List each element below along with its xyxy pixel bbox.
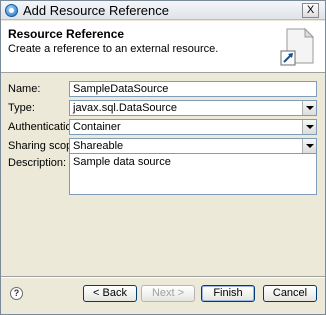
title-bar[interactable]: Add Resource Reference X <box>1 1 325 20</box>
finish-button[interactable]: Finish <box>201 285 255 302</box>
button-bar-separator <box>1 276 325 278</box>
type-select[interactable]: javax.sql.DataSource <box>69 100 317 116</box>
type-select-value: javax.sql.DataSource <box>73 102 177 114</box>
description-label: Description: <box>8 157 67 169</box>
type-label: Type: <box>8 102 35 114</box>
wizard-header: Resource Reference Create a reference to… <box>1 21 325 73</box>
authentication-select[interactable]: Container <box>69 119 317 135</box>
chevron-down-icon[interactable] <box>302 139 316 153</box>
new-reference-icon <box>280 27 315 66</box>
cancel-button[interactable]: Cancel <box>263 285 317 302</box>
name-field[interactable]: SampleDataSource <box>69 81 317 97</box>
next-button[interactable]: Next > <box>141 285 195 302</box>
authentication-select-value: Container <box>73 121 121 133</box>
eclipse-icon <box>5 4 18 17</box>
close-button[interactable]: X <box>302 3 319 18</box>
chevron-down-icon[interactable] <box>302 120 316 134</box>
page-description: Create a reference to an external resour… <box>8 43 219 55</box>
window-title: Add Resource Reference <box>23 3 169 18</box>
page-title: Resource Reference <box>8 27 125 41</box>
description-textarea[interactable]: Sample data source <box>69 153 317 195</box>
sharing-scope-select[interactable]: Shareable <box>69 138 317 154</box>
back-button[interactable]: < Back <box>83 285 137 302</box>
help-icon[interactable]: ? <box>10 287 23 300</box>
chevron-down-icon[interactable] <box>302 101 316 115</box>
sharing-scope-select-value: Shareable <box>73 140 124 152</box>
name-label: Name: <box>8 83 41 95</box>
dialog-window: Add Resource Reference X Resource Refere… <box>0 0 326 315</box>
